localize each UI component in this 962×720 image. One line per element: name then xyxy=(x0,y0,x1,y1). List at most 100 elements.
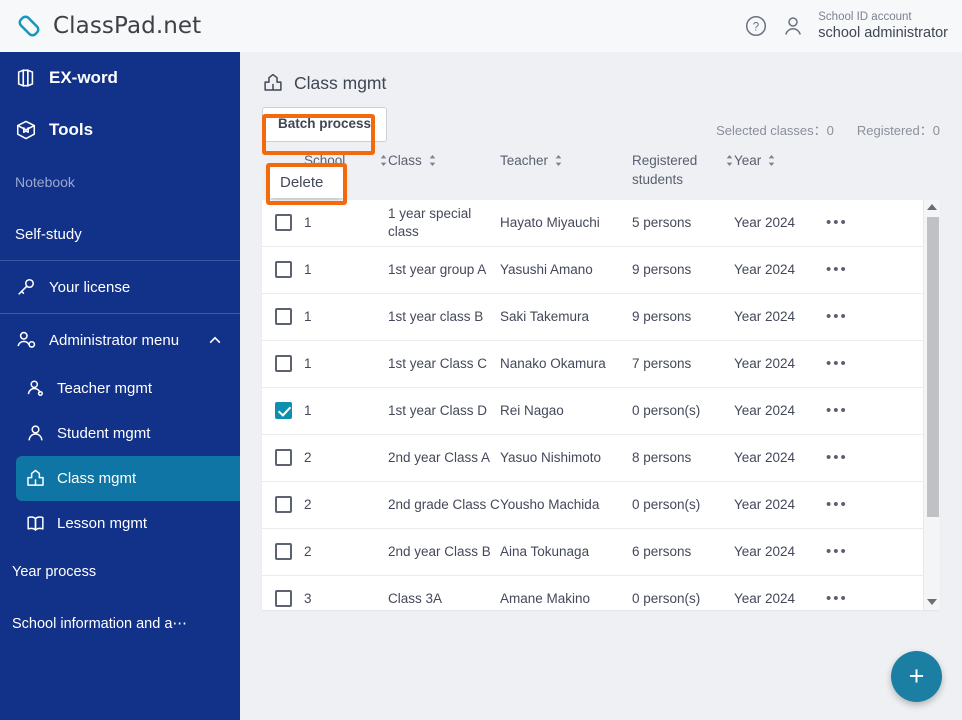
table-row[interactable]: 2 2nd year Class B Aina Tokunaga 6 persons Y… xyxy=(262,529,940,576)
sidebar-item-your-license[interactable]: Your license xyxy=(0,261,240,313)
row-more-menu-icon[interactable]: ••• xyxy=(826,261,848,278)
sidebar-item-label: Tools xyxy=(49,120,94,139)
row-checkbox-cell xyxy=(262,543,304,561)
triangle-up-icon xyxy=(927,204,937,211)
table-row[interactable]: 1 1st year Class C Nanako Okamura 7 persons… xyxy=(262,341,940,388)
brand-logo[interactable]: ClassPad.net xyxy=(0,11,201,41)
sidebar-item-lesson-mgmt[interactable]: Lesson mgmt xyxy=(16,501,240,546)
sort-toggle-icon[interactable] xyxy=(767,154,776,167)
cell-teacher: Yasuo Nishimoto xyxy=(500,449,602,465)
row-checkbox[interactable] xyxy=(274,355,292,373)
row-checkbox[interactable] xyxy=(274,590,292,608)
table-row[interactable]: 2 2nd grade Class C Yousho Machida 0 person… xyxy=(262,482,940,529)
row-checkbox[interactable] xyxy=(274,214,292,232)
cell-school-year: 1 xyxy=(304,402,312,418)
sidebar-item-student-mgmt[interactable]: Student mgmt xyxy=(16,411,240,456)
cell-school-year: 2 xyxy=(304,496,312,512)
sort-toggle-icon[interactable] xyxy=(554,154,563,167)
sidebar-item-school-information[interactable]: School information and a⋯ xyxy=(0,598,240,650)
table-row[interactable]: 1 1st year Class D Rei Nagao 0 person(s) Yea… xyxy=(262,388,940,435)
th-registered-students[interactable]: Registered students xyxy=(632,151,734,190)
scrollbar-thumb[interactable] xyxy=(927,216,939,517)
sidebar-item-year-process[interactable]: Year process xyxy=(0,546,240,598)
table-row[interactable]: 1 1st year class B Saki Takemura 9 persons Y… xyxy=(262,294,940,341)
chain-link-logo-icon xyxy=(18,15,40,37)
cell-class: 2nd grade Class C xyxy=(388,496,500,512)
row-checkbox-cell xyxy=(262,496,304,514)
row-more-menu-icon[interactable]: ••• xyxy=(826,449,848,466)
table-row[interactable]: 3 Class 3A Amane Makino 0 person(s) Year 202… xyxy=(262,576,940,610)
cell-school-year: 2 xyxy=(304,449,312,465)
sort-toggle-icon[interactable] xyxy=(379,154,388,167)
cell-teacher: Amane Makino xyxy=(500,590,591,606)
row-more-menu-icon[interactable]: ••• xyxy=(826,496,848,513)
brand-name: ClassPad.net xyxy=(53,13,202,39)
row-checkbox[interactable] xyxy=(274,449,292,467)
table-row[interactable]: 1 1st year group A Yasushi Amano 9 persons Y… xyxy=(262,247,940,294)
row-actions-cell: ••• xyxy=(826,354,878,374)
row-more-menu-icon[interactable]: ••• xyxy=(826,308,848,325)
row-more-menu-icon[interactable]: ••• xyxy=(826,214,848,231)
row-actions-cell: ••• xyxy=(826,448,878,468)
th-year[interactable]: Year xyxy=(734,151,826,171)
account-info[interactable]: School ID account school administrator xyxy=(818,10,948,43)
triangle-down-icon xyxy=(927,599,937,606)
page-title: Class mgmt xyxy=(240,52,962,94)
row-checkbox[interactable] xyxy=(274,496,292,514)
row-checkbox-cell xyxy=(262,449,304,467)
app-root: ClassPad.net ? School ID account school … xyxy=(0,0,962,720)
cell-registered-students: 0 person(s) xyxy=(632,402,701,418)
person-icon[interactable] xyxy=(781,14,805,38)
row-checkbox[interactable] xyxy=(274,543,292,561)
class-table: School year Class Teacher xyxy=(262,151,940,610)
registered-count: Registered：0 xyxy=(856,123,940,138)
table-row[interactable]: 2 2nd year Class A Yasuo Nishimoto 8 person… xyxy=(262,435,940,482)
sidebar-item-administrator-menu[interactable]: Administrator menu xyxy=(0,314,240,366)
cell-class: 1 year special class xyxy=(388,205,472,239)
cell-registered-students: 5 persons xyxy=(632,214,692,230)
row-checkbox[interactable] xyxy=(274,308,292,326)
cell-teacher: Rei Nagao xyxy=(500,402,564,418)
row-more-menu-icon[interactable]: ••• xyxy=(826,402,848,419)
sidebar-item-teacher-mgmt[interactable]: Teacher mgmt xyxy=(16,366,240,411)
row-checkbox-checked[interactable] xyxy=(274,402,292,420)
row-more-menu-icon[interactable]: ••• xyxy=(826,590,848,607)
scroll-down-button[interactable] xyxy=(924,595,940,610)
th-teacher[interactable]: Teacher xyxy=(500,151,632,171)
row-more-menu-icon[interactable]: ••• xyxy=(826,543,848,560)
plus-icon: + xyxy=(908,661,925,691)
table-row[interactable]: 1 1 year special class Hayato Miyauchi 5 pe… xyxy=(262,200,940,247)
cell-year: Year 2024 xyxy=(734,449,796,465)
sort-toggle-icon[interactable] xyxy=(428,154,437,167)
row-checkbox-cell xyxy=(262,308,304,326)
school-building-icon xyxy=(264,73,282,91)
sidebar-item-label: Lesson mgmt xyxy=(57,515,148,532)
th-class[interactable]: Class xyxy=(388,151,500,171)
cell-registered-students: 0 person(s) xyxy=(632,496,701,512)
row-more-menu-icon[interactable]: ••• xyxy=(826,355,848,372)
cell-year: Year 2024 xyxy=(734,261,796,277)
sidebar-item-tools[interactable]: Tools xyxy=(0,104,240,156)
add-class-fab[interactable]: + xyxy=(891,651,942,702)
table-scrollbar[interactable] xyxy=(923,199,940,610)
question-mark-circle-icon[interactable]: ? xyxy=(744,14,768,38)
sidebar-item-notebook[interactable]: Notebook xyxy=(0,156,240,208)
cell-class: 1st year Class D xyxy=(388,402,488,418)
key-icon xyxy=(18,278,35,295)
sidebar-item-label: Year process xyxy=(12,564,97,580)
batch-process-button[interactable]: Batch process xyxy=(262,107,388,142)
sidebar-item-class-mgmt[interactable]: Class mgmt xyxy=(16,456,240,501)
sidebar-item-self-study[interactable]: Self-study xyxy=(0,208,240,260)
scroll-up-button[interactable] xyxy=(924,200,940,215)
dictionary-book-icon xyxy=(17,69,34,87)
sidebar-item-ex-word[interactable]: EX-word xyxy=(0,52,240,104)
dropdown-item-delete[interactable]: Delete xyxy=(270,167,343,198)
sort-toggle-icon[interactable] xyxy=(725,154,734,167)
header-right-cluster: ? School ID account school administrator xyxy=(744,10,962,43)
cell-school-year: 2 xyxy=(304,543,312,559)
cell-class: 2nd year Class B xyxy=(388,543,491,559)
chevron-up-icon[interactable] xyxy=(208,333,222,347)
row-checkbox[interactable] xyxy=(274,261,292,279)
sidebar: EX-word Tools Notebook Self-study Your l… xyxy=(0,52,240,720)
cell-year: Year 2024 xyxy=(734,308,796,324)
